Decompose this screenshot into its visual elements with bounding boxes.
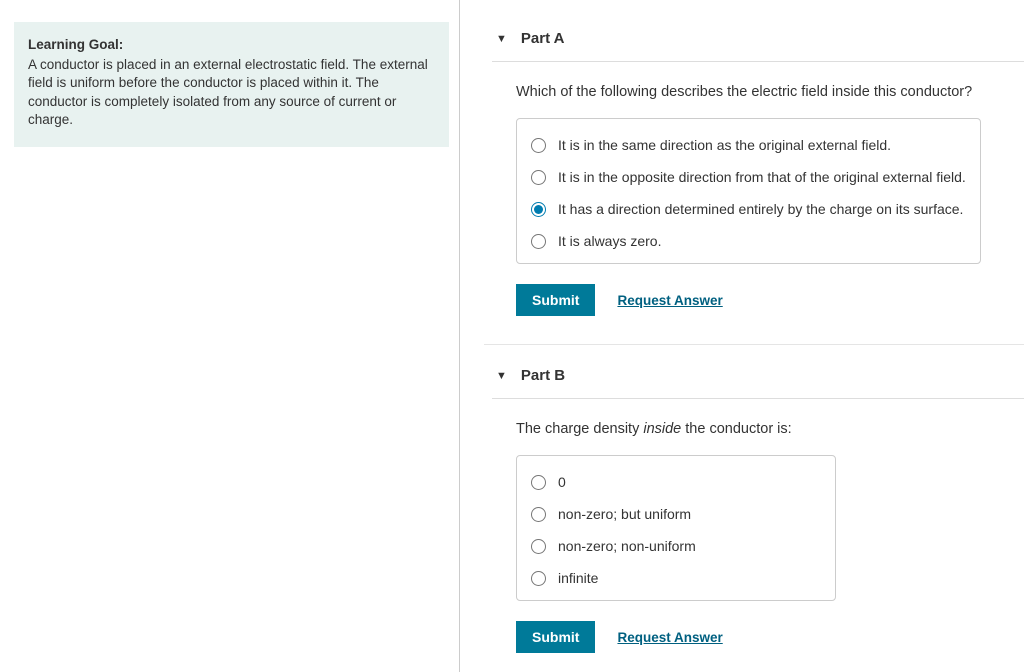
radio-input[interactable] <box>531 202 546 217</box>
request-answer-link[interactable]: Request Answer <box>617 293 722 308</box>
request-answer-link[interactable]: Request Answer <box>617 630 722 645</box>
caret-down-icon: ▼ <box>496 33 507 45</box>
right-column: ▼ Part A Which of the following describe… <box>460 0 1024 672</box>
question-prefix: The charge density <box>516 421 643 437</box>
option-label: It is always zero. <box>558 233 661 249</box>
submit-button[interactable]: Submit <box>516 284 595 316</box>
option-label: It is in the opposite direction from tha… <box>558 169 966 185</box>
part-a-question: Which of the following describes the ele… <box>516 84 1024 100</box>
part-a-title: Part A <box>521 30 565 47</box>
part-a-options: It is in the same direction as the origi… <box>516 118 981 264</box>
option-label: 0 <box>558 474 566 490</box>
part-b-actions: Submit Request Answer <box>516 621 1024 653</box>
learning-goal-box: Learning Goal: A conductor is placed in … <box>14 22 449 147</box>
radio-input[interactable] <box>531 138 546 153</box>
part-a-actions: Submit Request Answer <box>516 284 1024 316</box>
left-column: Learning Goal: A conductor is placed in … <box>0 0 460 672</box>
part-b-question: The charge density inside the conductor … <box>516 421 1024 437</box>
radio-input[interactable] <box>531 539 546 554</box>
part-b-option-3[interactable]: infinite <box>531 562 821 594</box>
part-a-option-2[interactable]: It has a direction determined entirely b… <box>531 193 966 225</box>
part-a-body: Which of the following describes the ele… <box>492 62 1024 316</box>
part-b-options: 0 non-zero; but uniform non-zero; non-un… <box>516 455 836 601</box>
radio-input[interactable] <box>531 571 546 586</box>
radio-input[interactable] <box>531 170 546 185</box>
option-label: non-zero; but uniform <box>558 506 691 522</box>
option-label: It is in the same direction as the origi… <box>558 137 891 153</box>
option-label: non-zero; non-uniform <box>558 538 696 554</box>
question-italic: inside <box>643 421 681 437</box>
part-a: ▼ Part A Which of the following describe… <box>492 24 1024 316</box>
question-suffix: the conductor is: <box>681 421 791 437</box>
part-b-option-0[interactable]: 0 <box>531 466 821 498</box>
part-b-title: Part B <box>521 367 565 384</box>
part-a-option-1[interactable]: It is in the opposite direction from tha… <box>531 161 966 193</box>
separator <box>484 344 1024 345</box>
radio-input[interactable] <box>531 475 546 490</box>
learning-goal-title: Learning Goal: <box>28 36 435 54</box>
learning-goal-text: A conductor is placed in an external ele… <box>28 56 435 129</box>
part-a-option-0[interactable]: It is in the same direction as the origi… <box>531 129 966 161</box>
part-b-header[interactable]: ▼ Part B <box>492 361 1024 399</box>
part-a-header[interactable]: ▼ Part A <box>492 24 1024 62</box>
part-b-option-1[interactable]: non-zero; but uniform <box>531 498 821 530</box>
radio-input[interactable] <box>531 234 546 249</box>
part-b-option-2[interactable]: non-zero; non-uniform <box>531 530 821 562</box>
submit-button[interactable]: Submit <box>516 621 595 653</box>
option-label: infinite <box>558 570 598 586</box>
part-b: ▼ Part B The charge density inside the c… <box>492 361 1024 653</box>
part-b-body: The charge density inside the conductor … <box>492 399 1024 653</box>
radio-input[interactable] <box>531 507 546 522</box>
part-a-option-3[interactable]: It is always zero. <box>531 225 966 257</box>
option-label: It has a direction determined entirely b… <box>558 201 963 217</box>
caret-down-icon: ▼ <box>496 370 507 382</box>
